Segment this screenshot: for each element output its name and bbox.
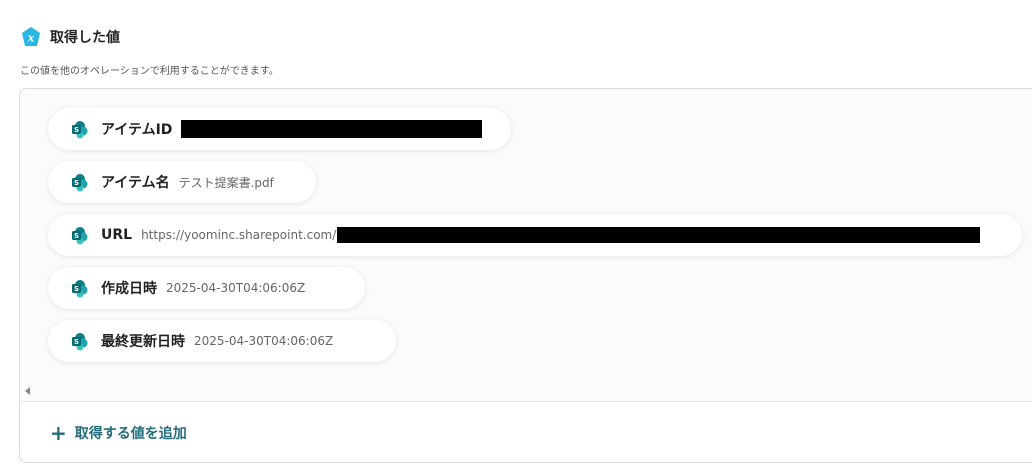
value-item-value: 2025-04-30T04:06:06Z [166,281,306,295]
values-panel: S アイテムID S アイテム名 テスト提案書.pdf S URL https:… [19,88,1032,463]
value-item-item-name[interactable]: S アイテム名 テスト提案書.pdf [48,161,316,203]
value-item-label: 作成日時 [101,281,157,297]
value-item-item-id[interactable]: S アイテムID [48,108,511,150]
redacted-value [181,120,483,138]
value-item-url[interactable]: S URL https://yoominc.sharepoint.com/ [48,214,1022,256]
value-list[interactable]: S アイテムID S アイテム名 テスト提案書.pdf S URL https:… [20,89,1032,401]
svg-text:S: S [74,179,79,187]
svg-text:S: S [74,285,79,293]
redacted-value [337,227,981,243]
sharepoint-icon: S [70,120,89,139]
add-value-button[interactable]: + 取得する値を追加 [20,401,1032,462]
x-variable-icon: x [20,26,42,48]
svg-text:S: S [74,338,79,346]
section-description: この値を他のオペレーションで利用することができます。 [20,66,279,77]
sharepoint-icon: S [70,226,89,245]
svg-text:S: S [74,232,79,240]
add-value-label: 取得する値を追加 [74,426,187,442]
plus-icon: + [50,421,67,445]
value-item-label: アイテムID [101,122,173,138]
value-item-updated-at[interactable]: S 最終更新日時 2025-04-30T04:06:06Z [48,320,396,362]
value-item-value: https://yoominc.sharepoint.com/ [141,228,337,242]
scroll-left-arrow-icon[interactable] [25,387,30,395]
section-header: x 取得した値 [20,26,120,48]
value-item-label: 最終更新日時 [101,334,185,350]
sharepoint-icon: S [70,332,89,351]
value-item-value: 2025-04-30T04:06:06Z [194,334,334,348]
value-item-value: テスト提案書.pdf [178,175,274,190]
value-item-label: URL [101,227,133,243]
svg-text:S: S [74,126,79,134]
value-item-label: アイテム名 [101,175,170,191]
sharepoint-icon: S [70,279,89,298]
value-item-created-at[interactable]: S 作成日時 2025-04-30T04:06:06Z [48,267,365,309]
section-title: 取得した値 [50,30,120,46]
sharepoint-icon: S [70,173,89,192]
svg-text:x: x [27,32,35,45]
